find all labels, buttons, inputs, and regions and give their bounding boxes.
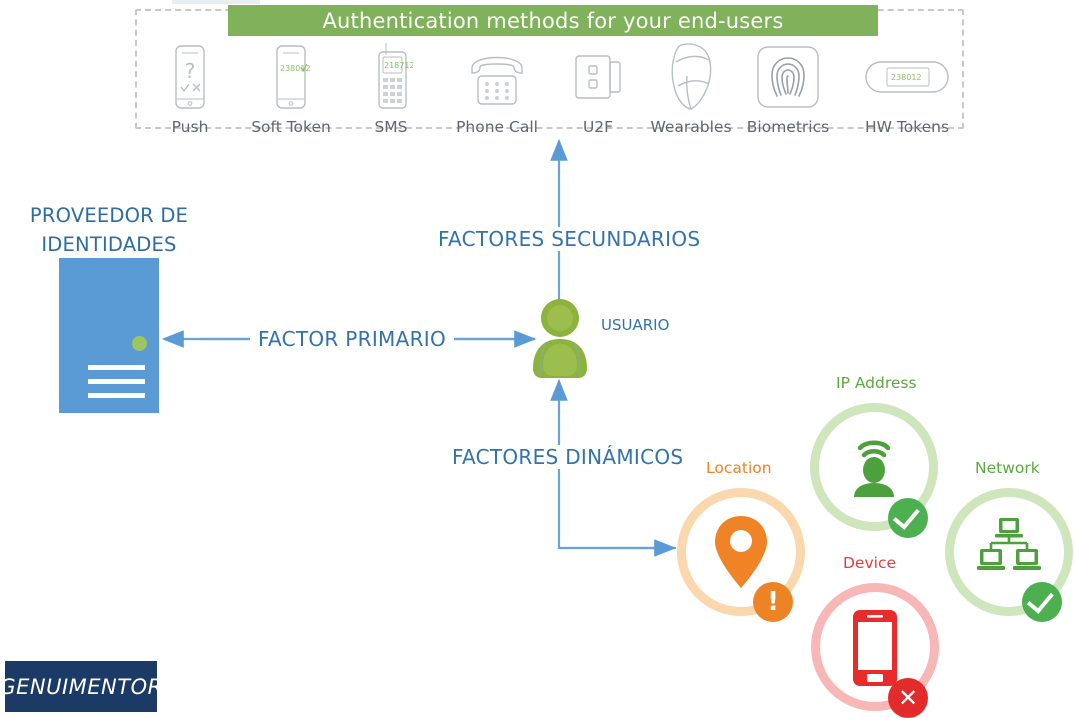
method-hw-tokens[interactable]: 238012 HW Tokens [855,44,959,142]
hardware-token-icon: 238012 [864,44,950,110]
label-network: Network [975,459,1040,477]
method-label: U2F [582,118,614,136]
server-line-2 [88,379,145,384]
wifi-user-icon [838,428,910,500]
label-ip-address: IP Address [836,374,917,392]
status-badge-ip-address [888,498,928,538]
push-phone-icon: ? [170,44,210,110]
method-label: Wearables [650,118,732,136]
top-edge-artifact [172,0,260,4]
network-computers-icon [975,516,1043,584]
method-biometrics[interactable]: Biometrics [736,44,840,142]
sms-code: 218712 [384,61,413,70]
status-badge-network [1022,582,1062,622]
exclamation-icon: ! [767,587,779,617]
cross-icon: ✕ [897,684,919,712]
desk-phone-icon [462,44,532,110]
check-icon [892,501,920,530]
method-u2f[interactable]: U2F [546,44,650,142]
method-label: Biometrics [746,118,830,136]
identity-provider-server [59,258,159,413]
authentication-methods-banner: Authentication methods for your end-user… [228,5,878,36]
status-badge-device: ✕ [888,678,928,718]
method-sms[interactable]: 218712 SMS [339,43,443,142]
method-label: HW Tokens [864,118,950,136]
method-wearables[interactable]: Wearables [639,43,743,142]
method-label: Push [171,118,209,136]
user-avatar-icon [526,298,594,380]
method-push[interactable]: ? Push [138,44,242,142]
method-label: SMS [374,118,408,136]
fingerprint-icon [755,44,821,110]
label-factor-primario: FACTOR PRIMARIO [250,327,455,351]
method-soft-token[interactable]: 238012 Soft Token [239,44,343,142]
brand-logo: GENUIMENTOR [0,661,162,712]
method-phone-call[interactable]: Phone Call [445,44,549,142]
label-device: Device [843,554,897,572]
identity-provider-title-line1: PROVEEDOR DE [29,204,189,227]
smartphone-icon [845,608,905,688]
authentication-methods-title: Authentication methods for your end-user… [322,8,784,33]
identity-provider-title-line2: IDENTIDADES [41,233,177,256]
server-line-1 [88,365,145,370]
identity-provider-title: PROVEEDOR DE IDENTIDADES [14,201,204,259]
label-factores-secundarios: FACTORES SECUNDARIOS [430,227,709,251]
brand-logo-text: GENUIMENTOR [0,674,163,699]
sms-feature-phone-icon: 218712 [369,43,413,110]
label-location: Location [706,459,772,477]
label-usuario: USUARIO [601,316,670,334]
server-status-dot [132,336,147,351]
soft-token-phone-icon: 238012 [271,44,311,110]
status-badge-location: ! [753,582,793,622]
map-pin-icon [707,514,775,590]
smartwatch-icon [662,43,720,110]
hw-token-code: 238012 [891,73,922,82]
label-factores-dinamicos: FACTORES DINÁMICOS [444,445,692,469]
method-label: Phone Call [456,118,538,136]
svg-text:?: ? [185,59,196,83]
server-line-3 [88,393,145,398]
check-icon [1026,585,1054,614]
method-label: Soft Token [251,118,331,136]
u2f-usb-key-icon [570,44,626,110]
